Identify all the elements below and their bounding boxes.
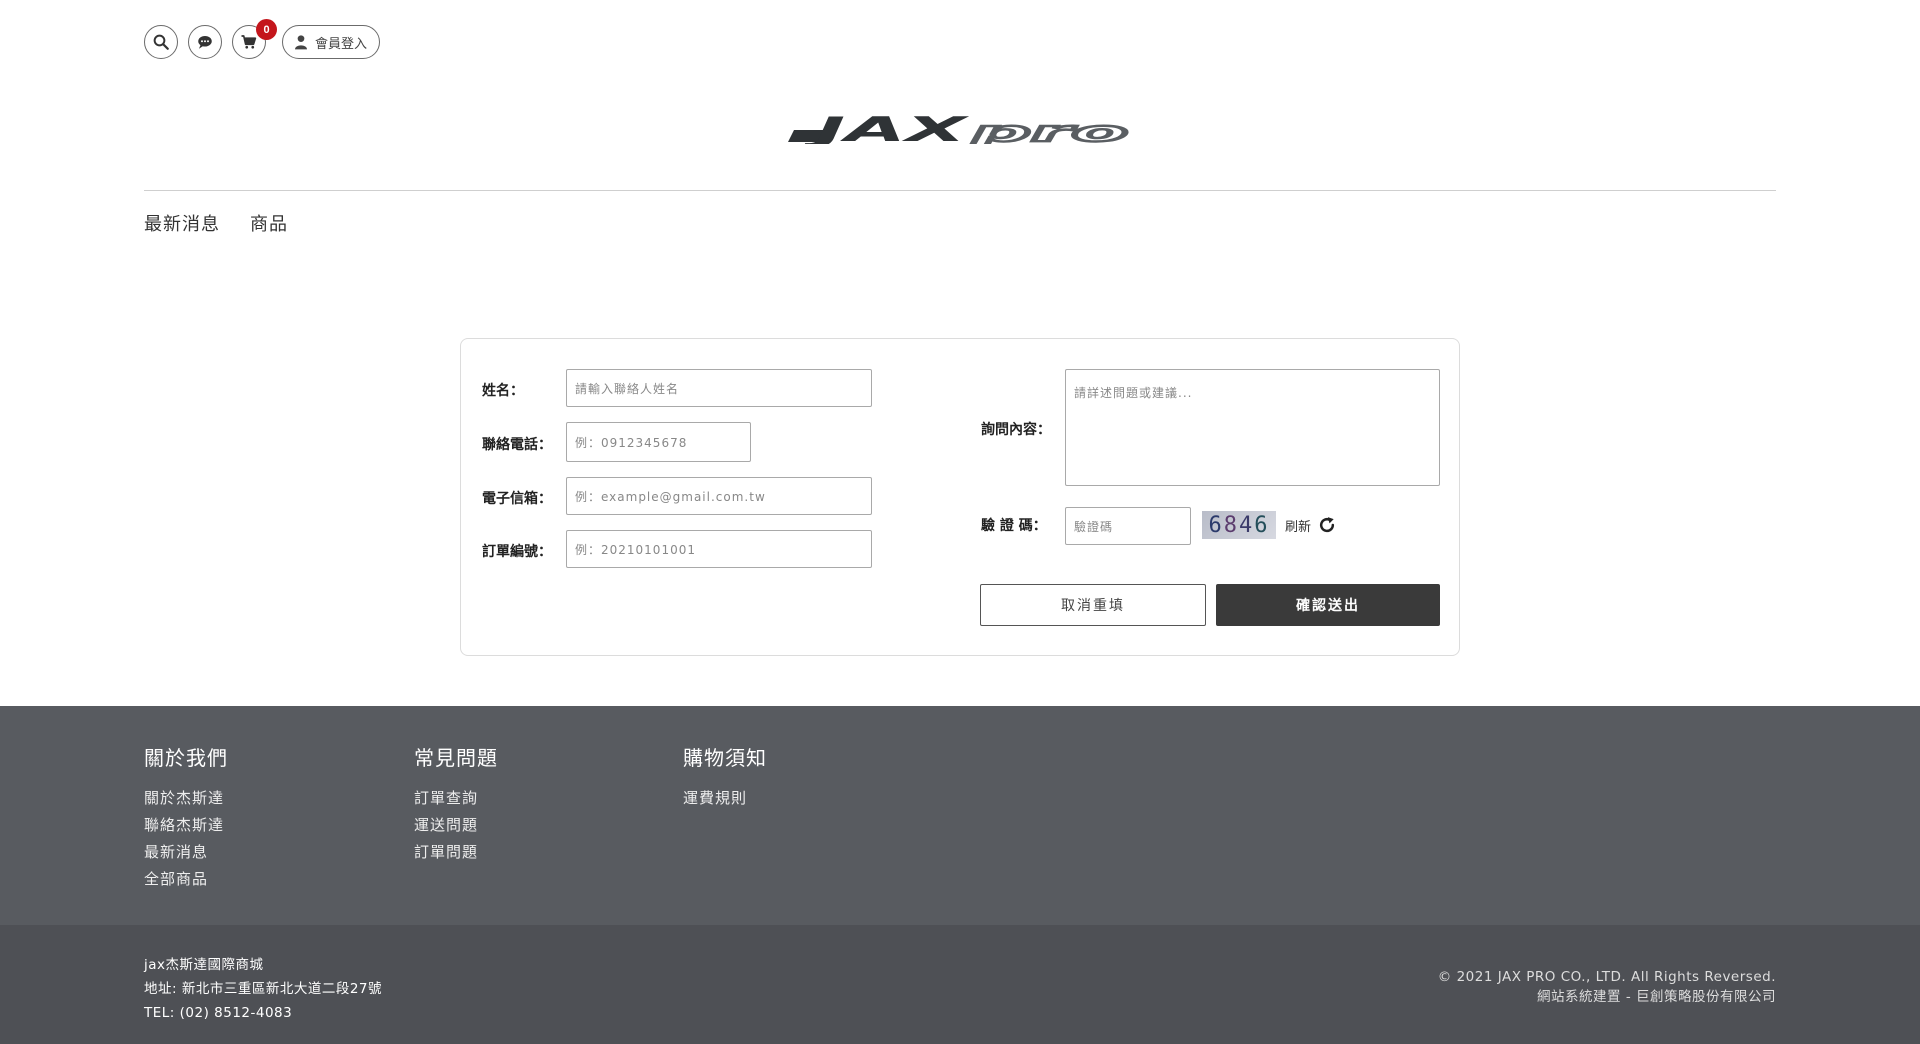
search-icon [153,34,169,50]
member-login-button[interactable]: 會員登入 [282,25,381,59]
email-input[interactable]: 例：example@gmail.com.tw [566,477,872,515]
header-divider [144,190,1776,191]
captcha-digit: 4 [1239,512,1255,538]
copyright-block: © 2021 JAX PRO CO., LTD. All Rights Reve… [1438,967,1776,1007]
inquiry-textarea[interactable]: 請詳述問題或建議... [1065,369,1440,486]
captcha-placeholder: 驗證碼 [1074,519,1114,534]
footer-column-title: 常見問題 [414,746,498,770]
copyright-text: © 2021 JAX PRO CO., LTD. All Rights Reve… [1437,969,1776,985]
company-info: jax杰斯達國際商城 地址: 新北市三重區新北大道二段27號 TEL: (02)… [144,953,382,1025]
captcha-image: 6 8 4 6 [1202,511,1276,539]
phone-input[interactable]: 例：0912345678 [566,422,751,462]
order-number-input[interactable]: 例：20210101001 [566,530,872,568]
footer-column-title: 關於我們 [144,746,228,770]
footer-column-faq: 常見問題 訂單查詢 運送問題 訂單問題 [414,742,498,866]
svg-text:pro: pro [969,115,1128,144]
header-tools: 0 會員登入 [144,19,381,59]
company-tel: TEL: (02) 8512-4083 [144,1005,293,1021]
nav-item-products[interactable]: 商品 [250,210,288,236]
submit-button[interactable]: 確認送出 [1216,584,1440,626]
name-label: 姓名： [482,383,524,399]
captcha-label: 驗 證 碼： [981,518,1047,534]
footer-column-about: 關於我們 關於杰斯達 聯絡杰斯達 最新消息 全部商品 [144,742,228,893]
company-address: 地址: 新北市三重區新北大道二段27號 [144,981,383,997]
name-placeholder: 請輸入聯絡人姓名 [575,381,680,396]
footer-link-news[interactable]: 最新消息 [144,839,228,866]
company-name: jax杰斯達國際商城 [144,957,264,973]
site-credit[interactable]: 網站系統建置 - 巨創策略股份有限公司 [1438,987,1776,1007]
footer-link-all-products[interactable]: 全部商品 [144,866,228,893]
captcha-refresh-label: 刷新 [1285,519,1312,535]
cart-count-badge: 0 [256,19,277,40]
chat-button[interactable] [188,25,222,59]
footer-link-contact-jax[interactable]: 聯絡杰斯達 [144,812,228,839]
phone-label: 聯絡電話： [482,437,552,453]
user-icon [295,35,307,50]
svg-text:JAX: JAX [802,110,970,144]
captcha-digit: 8 [1223,512,1239,538]
footer-link-shipping-rules[interactable]: 運費規則 [683,785,767,812]
footer-bottom: jax杰斯達國際商城 地址: 新北市三重區新北大道二段27號 TEL: (02)… [0,925,1920,1044]
footer-link-order-questions[interactable]: 訂單問題 [414,839,498,866]
captcha-digit: 6 [1254,512,1270,538]
footer-column-shopping-guide: 購物須知 運費規則 [683,742,767,812]
chat-icon [198,36,212,49]
email-label: 電子信箱： [482,491,552,507]
search-button[interactable] [144,25,178,59]
email-placeholder: 例：example@gmail.com.tw [575,489,766,504]
captcha-refresh-button[interactable]: 刷新 [1285,515,1337,535]
footer-column-title: 購物須知 [683,746,767,770]
refresh-icon [1319,517,1335,533]
cancel-reset-button[interactable]: 取消重填 [980,584,1206,626]
nav-item-news[interactable]: 最新消息 [144,210,220,236]
captcha-input[interactable]: 驗證碼 [1065,507,1191,545]
name-input[interactable]: 請輸入聯絡人姓名 [566,369,872,407]
main-nav: 最新消息 商品 [144,210,288,236]
order-number-label: 訂單編號： [482,544,552,560]
captcha-digit: 6 [1208,512,1224,538]
inquiry-placeholder: 請詳述問題或建議... [1074,386,1193,400]
phone-placeholder: 例：0912345678 [575,435,688,450]
inquiry-label: 詢問內容： [981,422,1051,438]
contact-form: 姓名： 請輸入聯絡人姓名 聯絡電話： 例：0912345678 電子信箱： 例：… [460,338,1460,656]
cart-button[interactable]: 0 [232,19,277,59]
order-number-placeholder: 例：20210101001 [575,542,696,557]
footer-link-shipping-questions[interactable]: 運送問題 [414,812,498,839]
cart-icon [241,35,257,49]
footer-link-order-lookup[interactable]: 訂單查詢 [414,785,498,812]
member-login-label: 會員登入 [315,36,368,52]
jaxpro-logo[interactable]: JAX pro [786,108,1136,144]
footer-link-about-jax[interactable]: 關於杰斯達 [144,785,228,812]
footer-links: 關於我們 關於杰斯達 聯絡杰斯達 最新消息 全部商品 常見問題 訂單查詢 運送問… [0,706,1920,925]
